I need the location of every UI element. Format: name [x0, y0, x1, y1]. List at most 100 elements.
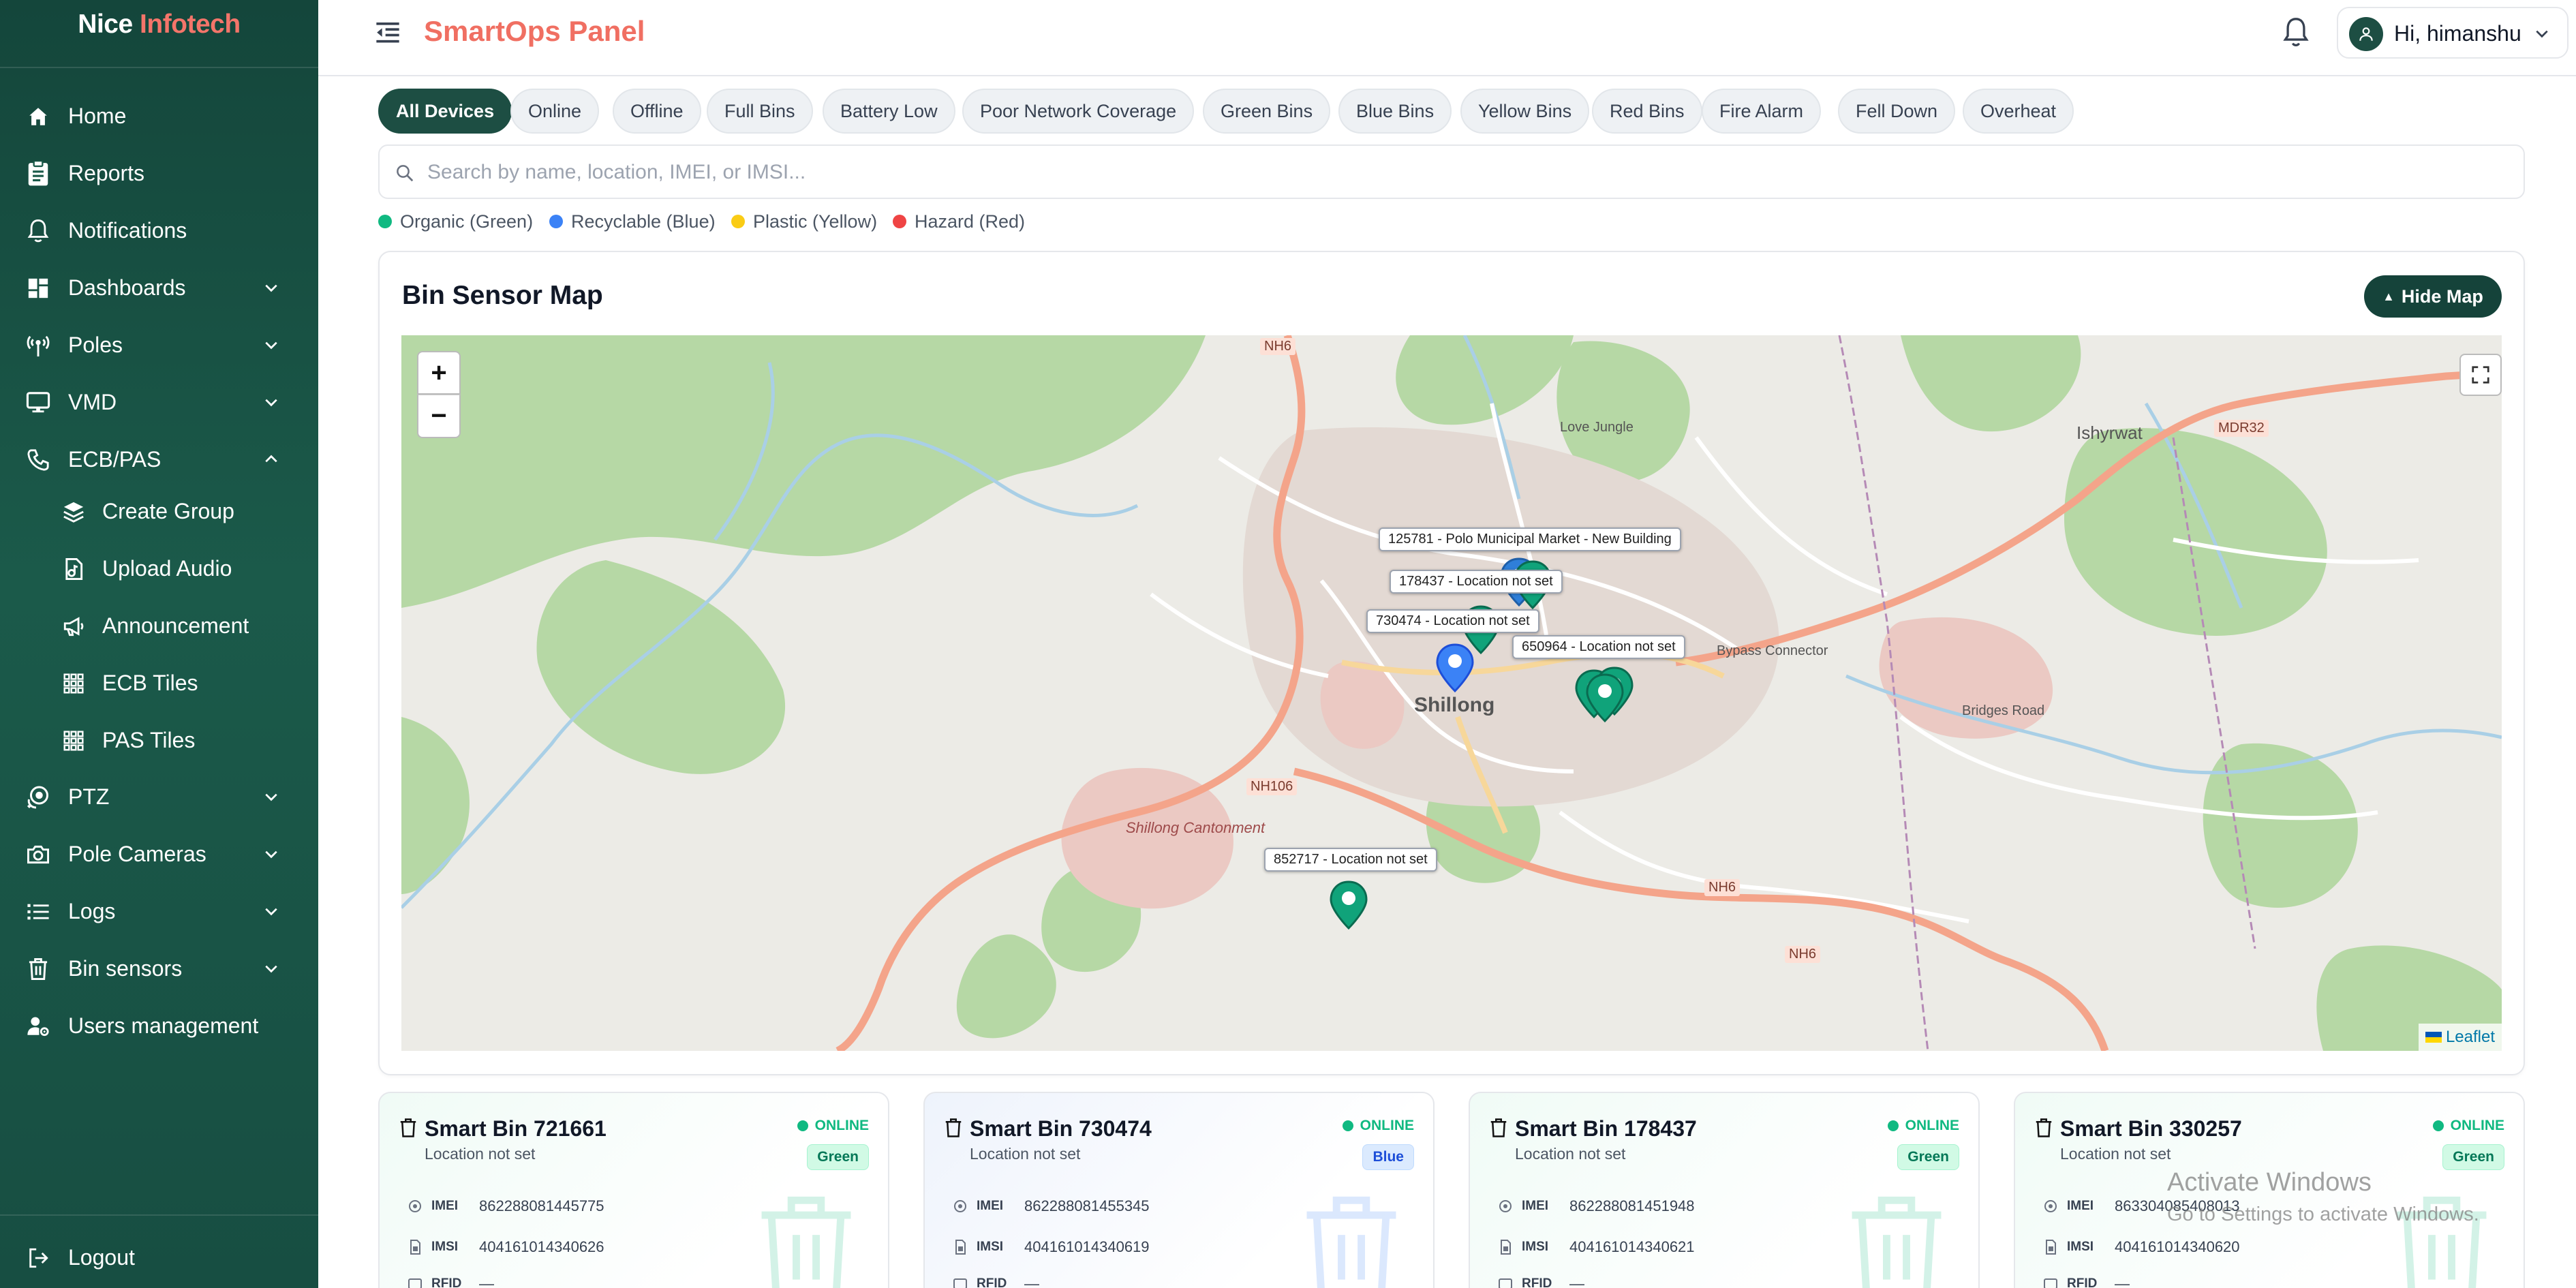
sidebar-item-reports[interactable]: Reports	[0, 149, 318, 197]
bin-imei-row: IMEI 862288081455345	[952, 1194, 1150, 1218]
sidebar-subitem-upload-audio[interactable]: Upload Audio	[0, 545, 318, 592]
camera-icon	[25, 841, 52, 868]
imei-label: IMEI	[977, 1199, 1004, 1213]
filter-chip-battery-low[interactable]: Battery Low	[823, 89, 955, 134]
filter-chip-all-devices[interactable]: All Devices	[378, 89, 512, 134]
filter-chip-poor-network[interactable]: Poor Network Coverage	[962, 89, 1195, 134]
sidebar-item-label: Users management	[68, 1013, 259, 1038]
sidebar-item-ptz[interactable]: PTZ	[0, 773, 318, 821]
legend-dot	[378, 215, 392, 228]
sidebar-item-home[interactable]: Home	[0, 92, 318, 140]
sidebar-subitem-ecb-tiles[interactable]: ECB Tiles	[0, 659, 318, 707]
sidebar-subitem-announcement[interactable]: Announcement	[0, 602, 318, 649]
filter-chip-online[interactable]: Online	[510, 89, 600, 134]
sidebar-item-label: Create Group	[102, 499, 234, 523]
hide-map-label: Hide Map	[2401, 286, 2483, 307]
user-menu[interactable]: Hi, himanshu	[2337, 7, 2569, 59]
sidebar-item-label: Logs	[68, 899, 116, 923]
brand-logo[interactable]: Nice Infotech	[0, 10, 318, 40]
sidebar-item-ecb-pas[interactable]: ECB/PAS	[0, 435, 318, 483]
bin-imsi-row: IMSI 404161014340620	[2042, 1235, 2240, 1259]
imei-label: IMEI	[431, 1199, 459, 1213]
map-tooltip: 730474 - Location not set	[1366, 609, 1539, 633]
legend-item-plastic: Plastic (Yellow)	[731, 209, 877, 234]
bin-title: Smart Bin 178437	[1515, 1116, 1697, 1141]
sidebar-item-label: Reports	[68, 161, 145, 185]
bin-type-badge: Blue	[1362, 1144, 1414, 1170]
filter-chip-offline[interactable]: Offline	[613, 89, 701, 134]
sidebar-item-notifications[interactable]: Notifications	[0, 206, 318, 254]
road-label: NH6	[1704, 879, 1741, 896]
map-marker-852717[interactable]	[1330, 880, 1368, 930]
attribution-link[interactable]: Leaflet	[2446, 1028, 2495, 1047]
status-dot	[1887, 1120, 1899, 1131]
status-text: ONLINE	[2450, 1118, 2504, 1133]
phone-icon	[25, 446, 52, 474]
chevron-down-icon	[265, 965, 277, 973]
rfid-icon	[408, 1278, 422, 1288]
chevron-down-icon	[265, 399, 277, 407]
filter-chip-yellow-bins[interactable]: Yellow Bins	[1460, 89, 1590, 134]
filter-chip-full-bins[interactable]: Full Bins	[707, 89, 813, 134]
imsi-label: IMSI	[431, 1240, 459, 1254]
map-tooltip: 852717 - Location not set	[1264, 848, 1437, 872]
trash-icon	[2036, 1118, 2052, 1137]
filter-chip-green-bins[interactable]: Green Bins	[1203, 89, 1331, 134]
sidebar-subitem-create-group[interactable]: Create Group	[0, 487, 318, 535]
sidebar-item-users-management[interactable]: Users management	[0, 1002, 318, 1049]
top-header: SmartOps Panel Hi, himanshu	[318, 0, 2576, 76]
sidebar-item-label: Dashboards	[68, 275, 186, 300]
bin-card-730474[interactable]: Smart Bin 730474 Location not set ONLINE…	[923, 1092, 1435, 1288]
filter-chip-fire-alarm[interactable]: Fire Alarm	[1702, 89, 1822, 134]
bell-icon	[25, 217, 52, 245]
sidebar-item-label: Notifications	[68, 218, 187, 243]
filter-chip-blue-bins[interactable]: Blue Bins	[1338, 89, 1452, 134]
map-attribution[interactable]: Leaflet	[2418, 1024, 2502, 1051]
bin-rfid-row: RFID —	[1497, 1272, 1584, 1288]
map-marker-650964[interactable]	[1586, 673, 1624, 722]
zoom-out-button[interactable]: −	[417, 395, 461, 438]
bin-type-badge: Green	[807, 1144, 869, 1170]
bin-card-721661[interactable]: Smart Bin 721661 Location not set ONLINE…	[378, 1092, 889, 1288]
fullscreen-button[interactable]	[2459, 354, 2502, 396]
zoom-in-button[interactable]: +	[417, 351, 461, 395]
trash-watermark-icon	[761, 1196, 851, 1288]
menu-collapse-icon[interactable]	[374, 19, 401, 46]
search-input[interactable]	[427, 153, 2499, 192]
bin-card-178437[interactable]: Smart Bin 178437 Location not set ONLINE…	[1469, 1092, 1980, 1288]
bin-imei-row: IMEI 862288081451948	[1497, 1194, 1695, 1218]
brand-name-part1: Nice	[78, 10, 133, 39]
sidebar-item-poles[interactable]: Poles	[0, 321, 318, 369]
logout-label: Logout	[68, 1245, 135, 1270]
sidebar-item-label: Poles	[68, 333, 123, 357]
legend-dot	[549, 215, 563, 228]
notification-bell-icon[interactable]	[2281, 16, 2311, 49]
filter-chip-fell-down[interactable]: Fell Down	[1838, 89, 1956, 134]
bin-sensor-map[interactable]: NH6 NH106 NH6 NH6 MDR32 Shillong Shillon…	[401, 335, 2502, 1051]
rfid-label: RFID	[977, 1276, 1007, 1288]
filter-chip-red-bins[interactable]: Red Bins	[1592, 89, 1702, 134]
road-label: NH106	[1246, 778, 1298, 795]
chip-icon	[2044, 1200, 2057, 1212]
filter-chip-overheat[interactable]: Overheat	[1963, 89, 2074, 134]
sidebar-item-vmd[interactable]: VMD	[0, 378, 318, 426]
legend-item-hazard: Hazard (Red)	[893, 209, 1025, 234]
sidebar-item-pole-cameras[interactable]: Pole Cameras	[0, 830, 318, 878]
fullscreen-icon	[2472, 366, 2489, 384]
sidebar-item-dashboards[interactable]: Dashboards	[0, 264, 318, 311]
map-tooltip: 178437 - Location not set	[1390, 570, 1563, 594]
brand-name-part2: Infotech	[140, 10, 241, 39]
sidebar-item-logs[interactable]: Logs	[0, 887, 318, 935]
sidebar-subitem-pas-tiles[interactable]: PAS Tiles	[0, 716, 318, 764]
chevron-down-icon	[265, 850, 277, 859]
cantonment-label: Shillong Cantonment	[1125, 819, 1266, 836]
sidebar-item-bin-sensors[interactable]: Bin sensors	[0, 945, 318, 992]
dashboard-icon	[25, 275, 52, 302]
map-marker-730474[interactable]	[1436, 643, 1474, 692]
audio-file-icon	[60, 555, 87, 583]
imei-label: IMEI	[1522, 1199, 1549, 1213]
logout-button[interactable]: Logout	[0, 1233, 318, 1281]
status-text: ONLINE	[814, 1118, 869, 1133]
hide-map-button[interactable]: ▲ Hide Map	[2364, 275, 2502, 318]
imsi-value: 404161014340619	[1024, 1238, 1150, 1255]
